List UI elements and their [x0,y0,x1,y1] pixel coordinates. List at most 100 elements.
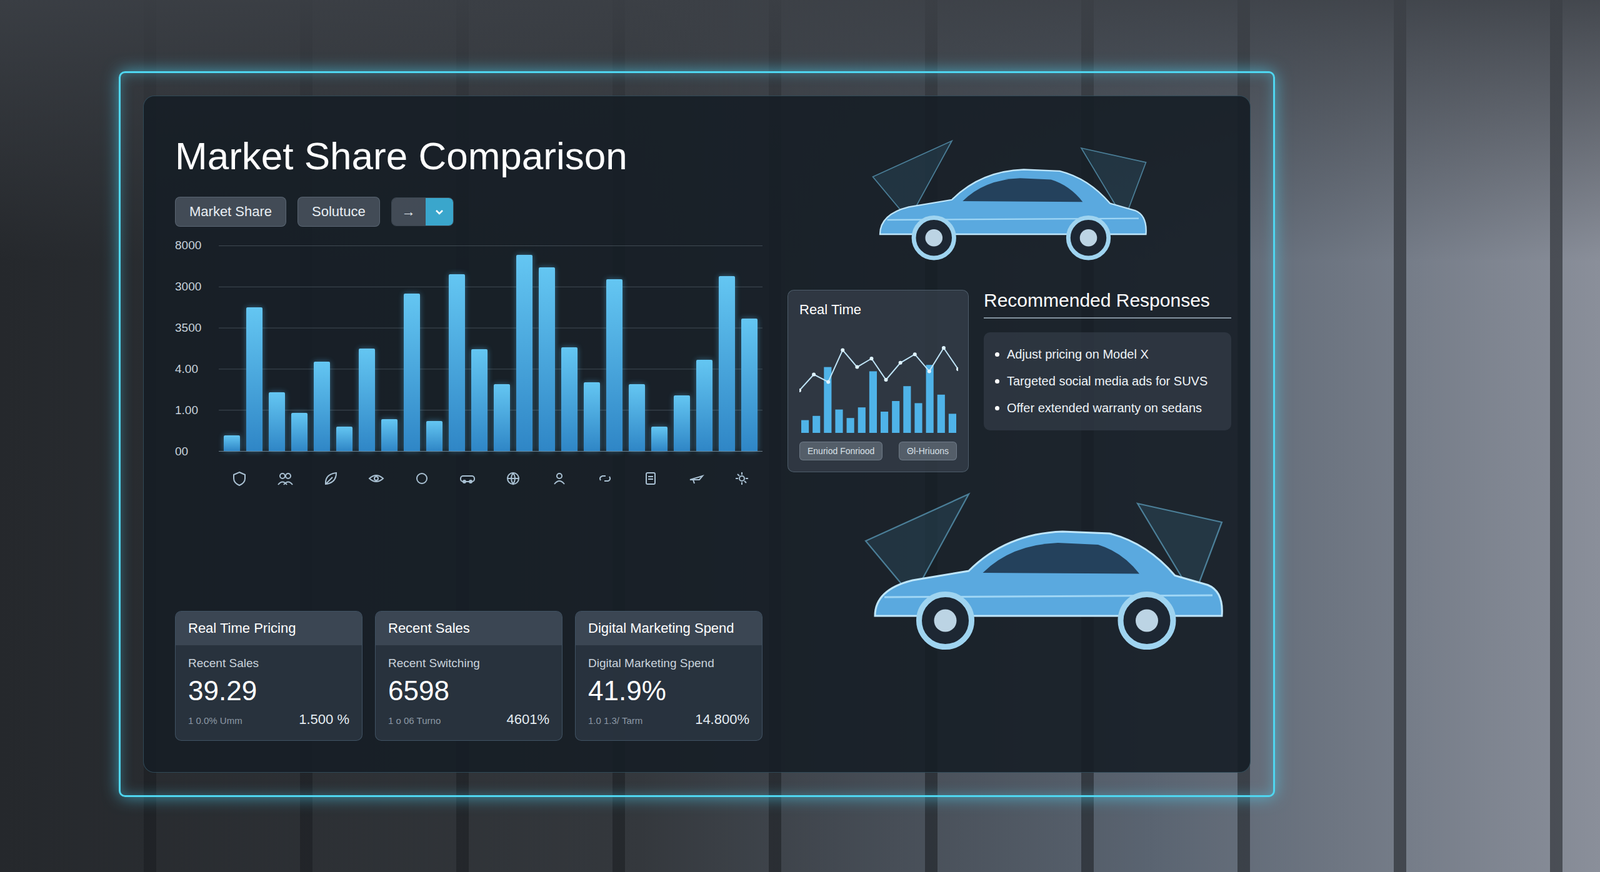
realtime-bar [880,411,889,434]
realtime-bar [937,395,945,434]
card-label: Digital Marketing Spend [588,656,750,671]
card-change: 1.500 % [298,711,350,729]
realtime-point [840,348,845,352]
realtime-point [811,373,816,377]
realtime-line [799,348,959,391]
realtime-bar [869,371,877,434]
chart-bar[interactable] [471,349,488,452]
document-icon[interactable] [642,470,659,487]
card-title: Real Time Pricing [175,611,362,646]
realtime-point [927,369,932,374]
leaf-icon[interactable] [322,470,339,487]
chart-bar[interactable] [538,267,555,452]
gear-icon[interactable] [733,470,750,487]
eye-icon[interactable] [368,470,385,487]
metric-card: Real Time Pricing Recent Sales 39.29 1 0.0%… [175,611,363,742]
card-change: 4601% [506,711,550,729]
realtime-point [869,356,874,361]
chart-bar[interactable] [381,419,398,452]
realtime-button[interactable]: Enuriod Fonriood [799,441,883,461]
realtime-point [884,378,889,382]
realtime-bar [891,401,900,434]
chart-bar[interactable] [583,382,600,452]
toolbar: Market Share Solutuce → [175,196,763,227]
dashboard-panel: Market Share Comparison Market Share Solut… [143,95,1251,774]
realtime-bar [801,420,809,434]
car-icon[interactable] [459,470,476,487]
left-column: Market Share Comparison Market Share Solut… [175,133,763,742]
dropdown[interactable]: → [391,197,454,227]
realtime-point [826,380,830,384]
realtime-bar [835,410,843,434]
realtime-button[interactable]: Θl-Hriuons [898,441,957,461]
chart-bar[interactable] [516,255,533,452]
recommendations-list: Adjust pricing on Model X Targeted social… [983,332,1232,431]
recommendations-title: Recommended Responses [983,290,1232,319]
axis-tick: 00 [175,444,219,460]
chart-bar[interactable] [358,348,375,452]
users-icon[interactable] [276,470,294,487]
link-icon[interactable] [596,470,614,487]
realtime-panel: Real Time Enuriod Fonriood Θl-Hriuons [787,290,969,473]
recommendation-item[interactable]: Adjust pricing on Model X [995,347,1220,362]
chart-bar[interactable] [718,276,735,452]
user-icon[interactable] [551,470,568,487]
realtime-point [956,367,959,372]
realtime-bar [914,403,922,434]
chart-bar[interactable] [741,318,758,452]
realtime-title: Real Time [799,301,957,319]
realtime-bar [948,413,957,434]
filter-pill[interactable]: Market Share [175,196,287,227]
shield-icon[interactable] [231,470,248,487]
card-footer: 1.0 1.3/ Tarm14.800% [588,711,750,729]
axis-tick: 8000 [175,238,219,254]
chart-bar[interactable] [561,347,578,452]
dropdown-label[interactable]: → [391,198,426,226]
chart-bar[interactable] [606,279,623,452]
chart-bar[interactable] [651,426,668,452]
plane-icon[interactable] [688,470,705,487]
hologram-frame: Market Share Comparison Market Share Solut… [118,71,1275,798]
chart-bar[interactable] [223,435,240,452]
office-scene: Market Share Comparison Market Share Solut… [0,0,1600,872]
card-sub: 1 o 06 Turno [388,715,441,727]
chart-bar[interactable] [628,384,645,452]
card-title: Recent Sales [375,611,562,646]
axis-tick: 3500 [175,320,219,336]
chart-bar[interactable] [493,384,510,452]
y-axis: 8000300035004.001.0000 [175,238,219,460]
realtime-point [913,352,917,357]
card-label: Recent Sales [188,656,350,671]
chart-bar[interactable] [246,307,263,452]
bar-chart: 8000300035004.001.0000 [175,245,763,452]
chart-bar[interactable] [448,274,465,452]
recommendation-item[interactable]: Offer extended warranty on sedans [995,401,1220,416]
card-value: 6598 [388,675,550,707]
globe-icon[interactable] [505,470,522,487]
chart-bar[interactable] [696,360,713,452]
chart-bar[interactable] [403,293,420,452]
filter-pill[interactable]: Solutuce [297,196,380,227]
card-sub: 1 0.0% Umm [188,715,243,727]
dashboard-title: Market Share Comparison [175,133,763,179]
realtime-bar [812,416,820,434]
chart-bar[interactable] [291,413,308,452]
ring-icon[interactable] [413,470,430,487]
plot-area [218,245,763,452]
realtime-point [855,365,859,370]
chart-bar[interactable] [336,426,353,452]
realtime-bar [858,407,866,434]
card-value: 41.9% [588,675,750,707]
chart-bar[interactable] [426,421,443,452]
recommendations: Recommended Responses Adjust pricing on M… [983,290,1232,473]
right-column: Real Time Enuriod Fonriood Θl-Hriuons Recom… [787,133,1232,742]
card-body: Digital Marketing Spend 41.9% 1.0 1.3/ Tar… [575,645,762,741]
chart-bar[interactable] [673,395,690,452]
chevron-icon[interactable] [425,198,454,226]
card-value: 39.29 [188,675,350,707]
metric-cards: Real Time Pricing Recent Sales 39.29 1 0.0%… [175,611,763,742]
chart-bar[interactable] [313,361,330,452]
axis-tick: 1.00 [175,403,219,419]
chart-bar[interactable] [268,392,285,452]
recommendation-item[interactable]: Targeted social media ads for SUVS [995,374,1220,389]
